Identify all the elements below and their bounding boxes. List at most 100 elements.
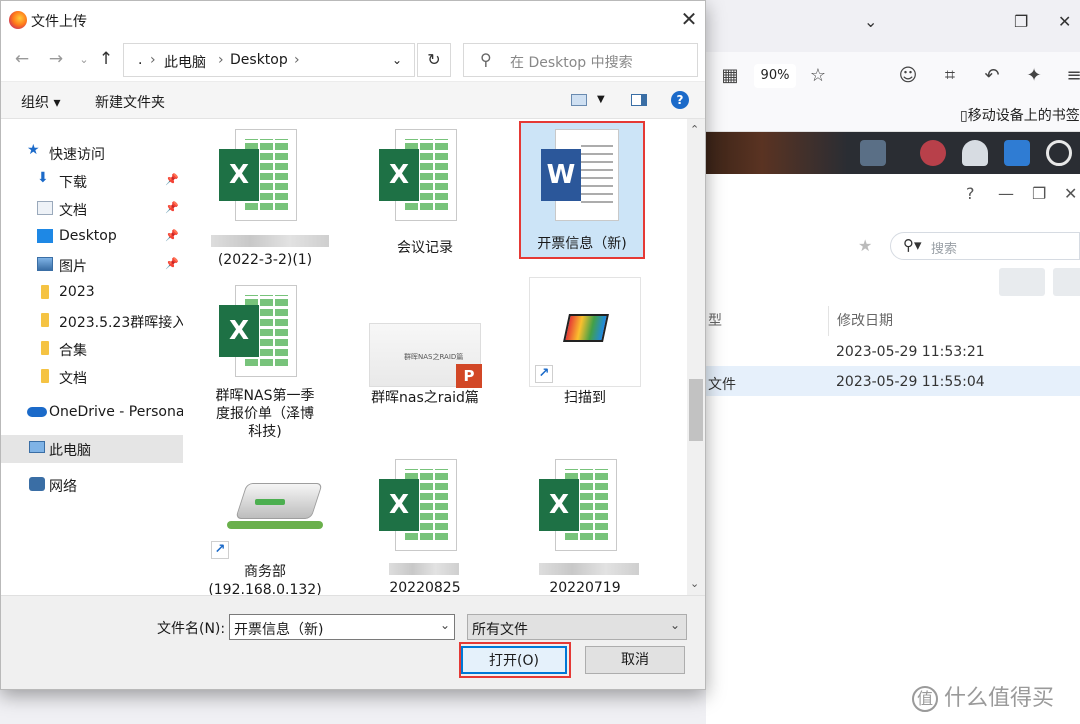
mobile-bookmarks-label: 移动设备上的书签 — [967, 108, 1080, 124]
nav-label: 合集 — [59, 343, 87, 359]
help-icon[interactable]: ? — [671, 91, 689, 109]
nav-label: 2023.5.23群晖接入 — [59, 315, 183, 331]
nav-folder-documents[interactable]: 文档 — [1, 363, 183, 391]
restore-window-icon[interactable]: ❐ — [1014, 12, 1028, 31]
highlight-box — [459, 642, 571, 678]
file-name: 会议记录 — [397, 240, 453, 256]
close-icon[interactable]: ✕ — [1064, 184, 1077, 203]
nav-folder-2023[interactable]: 2023 — [1, 279, 183, 307]
thumbnail-title: 群晖NAS之RAID篇 — [404, 353, 464, 361]
user-icon[interactable] — [962, 140, 988, 166]
close-window-icon[interactable]: ✕ — [1058, 12, 1071, 31]
sort-button[interactable] — [1053, 268, 1080, 296]
scroll-up-icon[interactable]: ⌃ — [690, 123, 699, 136]
widgets-icon[interactable] — [1004, 140, 1030, 166]
minimize-icon[interactable]: — — [998, 184, 1014, 203]
search-icon: ⚲ — [480, 50, 492, 69]
nav-label: 网络 — [49, 479, 77, 495]
filetype-value: 所有文件 — [472, 622, 528, 638]
bookmark-star-icon[interactable]: ☆ — [806, 64, 830, 88]
nav-downloads[interactable]: ⬇ 下载 📌 — [1, 167, 183, 195]
pin-icon: 📌 — [165, 257, 179, 270]
nav-desktop[interactable]: Desktop 📌 — [1, 223, 183, 251]
menu-icon[interactable]: ≡ — [1062, 64, 1080, 88]
nav-label: OneDrive - Personal — [49, 404, 183, 420]
help-icon[interactable]: ? — [966, 184, 975, 203]
vertical-scrollbar[interactable]: ⌃ ⌄ — [687, 119, 705, 595]
nav-onedrive[interactable]: OneDrive - Personal — [1, 399, 183, 427]
row-2-type[interactable]: 文件 — [708, 374, 736, 394]
qr-code-icon[interactable]: ▦ — [718, 64, 742, 88]
organize-button[interactable]: 组织 ▾ — [21, 92, 60, 112]
list-view-button[interactable] — [999, 268, 1045, 296]
view-dropdown-icon[interactable]: ▼ — [597, 94, 605, 105]
preview-pane-icon[interactable] — [631, 94, 647, 106]
back-arrow-icon[interactable]: ← — [11, 49, 33, 69]
forward-arrow-icon[interactable]: → — [45, 49, 67, 69]
address-bar[interactable]: . › 此电脑 › Desktop › ⌄ — [123, 43, 415, 77]
nav-network[interactable]: 网络 — [1, 471, 183, 499]
file-item-selected[interactable]: W 开票信息（新) — [519, 121, 645, 259]
recent-dropdown-icon[interactable]: ⌄ — [73, 53, 95, 66]
refresh-button[interactable]: ↻ — [417, 43, 451, 77]
search-input[interactable]: ⚲ 在 Desktop 中搜索 — [463, 43, 698, 77]
file-item[interactable]: ↗ 扫描到 — [529, 277, 649, 417]
document-icon — [37, 201, 53, 215]
watermark-text: 什么值得买 — [944, 686, 1055, 711]
folder-icon — [41, 285, 49, 299]
cloud-sync-icon[interactable] — [860, 140, 886, 166]
nav-folder-synology[interactable]: 2023.5.23群晖接入 — [1, 307, 183, 335]
nav-documents[interactable]: 文档 📌 — [1, 195, 183, 223]
tab-list-chevron-icon[interactable]: ⌄ — [864, 12, 877, 31]
filename-input[interactable]: 开票信息（新) ⌄ — [229, 614, 455, 640]
chevron-down-icon[interactable]: ⌄ — [440, 618, 450, 632]
watermark-logo-icon: 值 — [912, 686, 938, 712]
filename-label: 文件名(N): — [157, 621, 226, 637]
row-2-modified[interactable]: 2023-05-29 11:55:04 — [836, 374, 985, 390]
file-item[interactable]: 群晖NAS之RAID篇 P 群晖nas之raid篇 — [365, 279, 485, 419]
undo-icon[interactable]: ↶ — [980, 64, 1004, 88]
search-icon[interactable] — [1046, 140, 1072, 166]
file-item[interactable]: X 20220719 — [525, 459, 645, 595]
chevron-right-icon: › — [218, 52, 224, 68]
scrollbar-thumb[interactable] — [689, 379, 703, 441]
mobile-bookmarks-link[interactable]: ▯移动设备上的书签 — [960, 105, 1080, 125]
file-item[interactable]: X 20220825 — [365, 459, 485, 595]
up-arrow-icon[interactable]: ↑ — [95, 49, 117, 69]
chevron-right-icon[interactable]: › — [294, 52, 300, 68]
view-options-icon[interactable] — [571, 94, 587, 106]
favorite-star-icon[interactable]: ★ — [858, 236, 872, 255]
download-icon: ⬇ — [37, 170, 49, 186]
nav-quick-access[interactable]: ★ 快速访问 — [1, 139, 183, 167]
file-item[interactable]: ↗ 商务部 (192.168.0.132) — [205, 457, 325, 595]
file-item[interactable]: X 群晖NAS第一季 度报价单（泽博 科技) — [205, 279, 325, 449]
dialog-titlebar: 文件上传 ✕ — [1, 1, 705, 39]
column-modified[interactable]: 修改日期 — [828, 306, 893, 336]
close-icon[interactable]: ✕ — [677, 7, 701, 31]
zoom-level[interactable]: 90% — [754, 64, 796, 88]
filetype-select[interactable]: 所有文件 ⌄ — [467, 614, 687, 640]
chat-icon[interactable] — [920, 140, 946, 166]
file-station-search[interactable]: ⚲▾ 搜索 — [890, 232, 1080, 260]
file-item[interactable]: X (2022-3-2)(1) — [205, 125, 329, 268]
new-folder-button[interactable]: 新建文件夹 — [95, 92, 165, 112]
crop-icon[interactable]: ⌗ — [938, 64, 962, 88]
column-type[interactable]: 型 — [708, 306, 722, 336]
file-item[interactable]: X 会议记录 — [365, 125, 485, 265]
cancel-button[interactable]: 取消 — [585, 646, 685, 674]
folder-icon — [41, 369, 49, 383]
nav-label: 文档 — [59, 203, 87, 219]
scroll-down-icon[interactable]: ⌄ — [690, 577, 699, 590]
row-1-modified[interactable]: 2023-05-29 11:53:21 — [836, 344, 985, 360]
account-icon[interactable]: ☺ — [896, 64, 920, 88]
breadcrumb-this-pc[interactable]: 此电脑 — [164, 52, 206, 72]
breadcrumb-desktop[interactable]: Desktop — [230, 52, 288, 68]
nav-this-pc[interactable]: 此电脑 — [1, 435, 183, 463]
nav-pictures[interactable]: 图片 📌 — [1, 251, 183, 279]
extensions-icon[interactable]: ✦ — [1022, 64, 1046, 88]
nav-folder-collection[interactable]: 合集 — [1, 335, 183, 363]
address-dropdown-icon[interactable]: ⌄ — [392, 53, 402, 67]
maximize-icon[interactable]: ❐ — [1032, 184, 1046, 203]
filename-value: 开票信息（新) — [234, 622, 324, 638]
network-drive-icon — [227, 479, 323, 539]
